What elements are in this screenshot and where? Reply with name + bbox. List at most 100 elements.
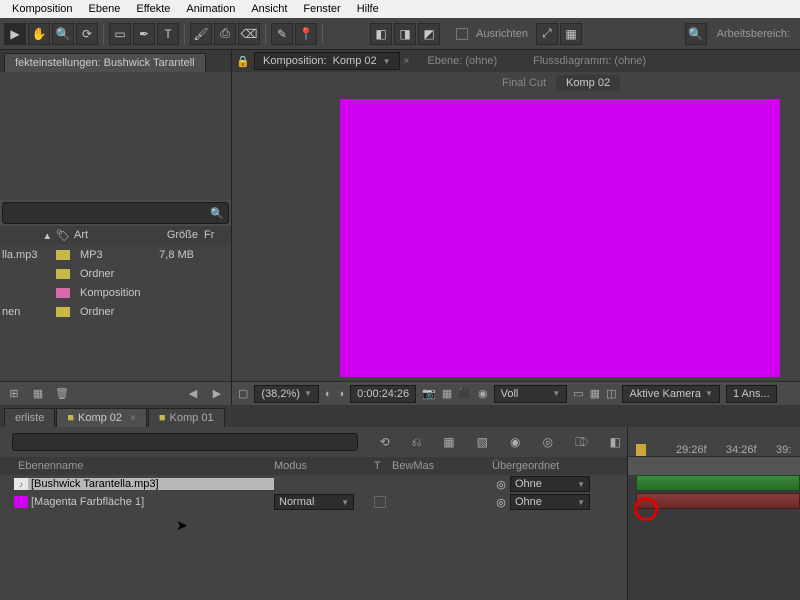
trash-icon[interactable]: 🗑 <box>54 386 70 402</box>
tab-komp02[interactable]: ■ Komp 02 × <box>56 408 147 427</box>
mode-dropdown[interactable]: Normal▼ <box>274 494 354 510</box>
project-search[interactable]: 🔍 <box>2 202 229 224</box>
lock-icon[interactable]: 🔒 <box>232 55 254 68</box>
viewer-footer: ▢ (38,2%)▼ ◐ ◑ 0:00:24:26 📷 ▦ ⬛ ◉ Voll▼ … <box>232 381 800 405</box>
menu-comp[interactable]: Komposition <box>4 3 81 15</box>
project-item[interactable]: Komposition <box>0 283 231 302</box>
col-layername[interactable]: Ebenenname <box>14 460 274 472</box>
close-icon[interactable]: × <box>130 413 136 424</box>
rect-tool[interactable]: ▭ <box>109 23 131 45</box>
time-ruler[interactable]: 29:26f 34:26f 39: <box>628 427 800 457</box>
solid-track-bar[interactable] <box>636 493 800 509</box>
scroll-right-icon[interactable]: ▶ <box>209 386 225 402</box>
roto-tool[interactable]: ✎ <box>271 23 293 45</box>
hand-tool[interactable]: ✋ <box>28 23 50 45</box>
region-icon[interactable]: ▭ <box>573 387 583 400</box>
clone-tool[interactable]: ⎙ <box>214 23 236 45</box>
brainstorm-icon[interactable]: ◎ <box>542 435 552 449</box>
comp-title-dropdown[interactable]: Komposition: Komp 02 ▼ <box>254 52 400 70</box>
composition-viewport[interactable] <box>232 94 800 381</box>
playhead[interactable] <box>636 444 646 456</box>
quality-dropdown[interactable]: Voll▼ <box>494 385 568 403</box>
zoom-dropdown[interactable]: (38,2%)▼ <box>254 385 318 403</box>
comp-shy-icon[interactable]: ⎌ <box>412 435 422 450</box>
workspace-label: Arbeitsbereich: <box>711 28 796 40</box>
pickwhip-icon[interactable]: ◎ <box>492 478 510 491</box>
channel-icon[interactable]: ⬛ <box>458 387 472 400</box>
col-fr[interactable]: Fr <box>204 229 224 242</box>
camera-dropdown[interactable]: Aktive Kamera▼ <box>622 385 719 403</box>
subtab-active[interactable]: Komp 02 <box>556 75 620 91</box>
track-matte-check[interactable] <box>374 496 386 508</box>
brush-tool[interactable]: 🖌 <box>190 23 212 45</box>
3d-icon[interactable]: ◫ <box>606 387 616 400</box>
project-item[interactable]: Ordner <box>0 264 231 283</box>
scroll-left-icon[interactable]: ◀ <box>185 386 201 402</box>
res-quarter-icon[interactable]: ◑ <box>338 388 345 400</box>
tab-renderlist[interactable]: erliste <box>4 408 55 427</box>
col-parent[interactable]: Übergeordnet <box>492 460 600 472</box>
tab-komp01[interactable]: ■ Komp 01 <box>148 408 225 427</box>
parent-dropdown[interactable]: Ohne▼ <box>510 494 590 510</box>
col-size[interactable]: Größe <box>154 229 204 242</box>
tool-bar: ▶ ✋ 🔍 ⟳ ▭ ✒ T 🖌 ⎙ ⌫ ✎ 📍 ◧ ◨ ◩ Ausrichten… <box>0 18 800 50</box>
text-tool[interactable]: T <box>157 23 179 45</box>
audio-track-bar[interactable] <box>636 475 800 491</box>
timeline-columns: Ebenenname Modus T BewMas Übergeordnet <box>0 457 627 475</box>
axis-view[interactable]: ◩ <box>418 23 440 45</box>
expand-icon[interactable]: ◧ <box>610 435 621 449</box>
draft3d-icon[interactable]: ▦ <box>443 435 454 449</box>
layer-mode-label[interactable]: Ebene: (ohne) <box>409 55 515 67</box>
timeline-toolbar: ⟲ ⎌ ▦ ▧ ◉ ◎ ⎄ ◧ <box>0 427 627 457</box>
axis-local[interactable]: ◧ <box>370 23 392 45</box>
col-mode[interactable]: Modus <box>274 460 374 472</box>
pickwhip-icon[interactable]: ◎ <box>492 496 510 509</box>
mask-icon[interactable]: ◉ <box>478 387 488 400</box>
res-half-icon[interactable]: ◐ <box>325 388 332 400</box>
shy-icon[interactable]: ⟲ <box>380 435 390 449</box>
tag-icon[interactable]: 🏷 <box>56 229 74 242</box>
sort-triangle-icon[interactable]: ▴ <box>2 229 56 242</box>
subtab-finalcut[interactable]: Final Cut <box>492 75 556 91</box>
pin-tool[interactable]: 📍 <box>295 23 317 45</box>
frameblend-icon[interactable]: ▧ <box>477 435 488 449</box>
layer-row[interactable]: [Magenta Farbfläche 1] Normal▼ ◎ Ohne▼ <box>0 493 627 511</box>
menu-effects[interactable]: Effekte <box>128 3 178 15</box>
menu-layer[interactable]: Ebene <box>81 3 129 15</box>
flowchart-label[interactable]: Flussdiagramm: (ohne) <box>515 55 664 67</box>
graph-icon[interactable]: ⎄ <box>575 435 588 450</box>
grid-icon[interactable]: ▦ <box>560 23 582 45</box>
project-item[interactable]: nen Ordner <box>0 302 231 321</box>
always-preview-icon[interactable]: ▢ <box>238 387 248 400</box>
transparency-icon[interactable]: ▦ <box>590 387 600 400</box>
selection-tool[interactable]: ▶ <box>4 23 26 45</box>
motionblur-icon[interactable]: ◉ <box>510 435 520 449</box>
effects-settings-tab[interactable]: fekteinstellungen: Bushwick Tarantell <box>4 53 206 72</box>
menu-view[interactable]: Ansicht <box>243 3 295 15</box>
show-snap-icon[interactable]: ▦ <box>442 387 452 400</box>
col-mask[interactable]: BewMas <box>392 460 492 472</box>
time-display[interactable]: 0:00:24:26 <box>350 385 416 403</box>
layer-row[interactable]: ♪ [Bushwick Tarantella.mp3] ◎ Ohne▼ <box>0 475 627 493</box>
align-checkbox[interactable] <box>456 28 468 40</box>
bits-icon[interactable]: ▦ <box>30 386 46 402</box>
menu-animation[interactable]: Animation <box>178 3 243 15</box>
eraser-tool[interactable]: ⌫ <box>238 23 260 45</box>
rotate-tool[interactable]: ⟳ <box>76 23 98 45</box>
work-area[interactable] <box>628 457 800 475</box>
zoom-tool[interactable]: 🔍 <box>52 23 74 45</box>
menu-help[interactable]: Hilfe <box>349 3 387 15</box>
interpret-icon[interactable]: ⊞ <box>6 386 22 402</box>
snap-icon[interactable]: ⤢ <box>536 23 558 45</box>
pen-tool[interactable]: ✒ <box>133 23 155 45</box>
menu-window[interactable]: Fenster <box>295 3 348 15</box>
project-item[interactable]: lla.mp3 MP3 7,8 MB <box>0 245 231 264</box>
views-dropdown[interactable]: 1 Ans... <box>726 385 777 403</box>
parent-dropdown[interactable]: Ohne▼ <box>510 476 590 492</box>
snapshot-icon[interactable]: 📷 <box>422 387 436 400</box>
search-icon[interactable]: 🔍 <box>685 23 707 45</box>
col-t[interactable]: T <box>374 460 392 472</box>
axis-world[interactable]: ◨ <box>394 23 416 45</box>
timeline-search[interactable] <box>12 433 358 451</box>
col-type[interactable]: Art <box>74 229 154 242</box>
